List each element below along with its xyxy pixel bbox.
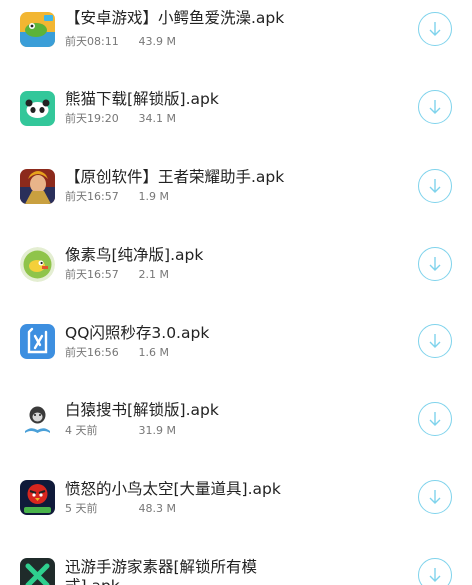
file-name[interactable]: 像素鸟[纯净版].apk <box>65 246 405 265</box>
download-arrow-icon <box>429 490 441 504</box>
file-date: 前天16:57 <box>65 268 119 281</box>
download-arrow-icon <box>429 257 441 271</box>
download-arrow-icon <box>429 22 441 36</box>
download-button[interactable] <box>418 480 452 514</box>
download-button[interactable] <box>418 90 452 124</box>
file-name[interactable]: QQ闪照秒存3.0.apk <box>65 324 405 343</box>
ape-reading-icon <box>20 402 55 437</box>
xunyou-x-icon <box>20 558 55 585</box>
list-item[interactable]: 白猿搜书[解锁版].apk 4 天前 31.9 M <box>0 390 472 468</box>
file-date: 前天19:20 <box>65 112 119 125</box>
file-date: 4 天前 <box>65 424 98 437</box>
download-button[interactable] <box>418 558 452 585</box>
file-meta: 前天16:56 1.6 M <box>65 346 169 359</box>
download-arrow-icon <box>429 568 441 582</box>
file-date: 前天16:56 <box>65 346 119 359</box>
download-arrow-icon <box>429 334 441 348</box>
file-meta: 前天19:20 34.1 M <box>65 112 176 125</box>
file-name[interactable]: 白猿搜书[解锁版].apk <box>65 401 405 420</box>
file-meta: 前天16:57 2.1 M <box>65 268 169 281</box>
file-size: 2.1 M <box>138 268 169 281</box>
file-date: 5 天前 <box>65 502 98 515</box>
file-name[interactable]: 【原创软件】王者荣耀助手.apk <box>65 168 405 187</box>
list-item[interactable]: 熊猫下载[解锁版].apk 前天19:20 34.1 M <box>0 78 472 156</box>
file-name[interactable]: 迅游手游家素器[解锁所有模式].apk <box>65 558 290 585</box>
download-button[interactable] <box>418 402 452 436</box>
file-size: 1.9 M <box>138 190 169 203</box>
list-item[interactable]: 像素鸟[纯净版].apk 前天16:57 2.1 M <box>0 234 472 312</box>
crocodile-game-icon <box>20 12 55 47</box>
file-meta: 前天08:11 43.9 M <box>65 35 176 48</box>
download-arrow-icon <box>429 100 441 114</box>
download-button[interactable] <box>418 247 452 281</box>
list-item[interactable]: 【原创软件】王者荣耀助手.apk 前天16:57 1.9 M <box>0 156 472 234</box>
download-button[interactable] <box>418 324 452 358</box>
file-date: 前天16:57 <box>65 190 119 203</box>
file-list: 【安卓游戏】小鳄鱼爱洗澡.apk 前天08:11 43.9 M 熊猫下载[解锁版… <box>0 0 472 585</box>
file-meta: 前天16:57 1.9 M <box>65 190 169 203</box>
panda-icon <box>20 91 55 126</box>
file-size: 31.9 M <box>138 424 176 437</box>
hero-portrait-icon <box>20 169 55 204</box>
file-size: 1.6 M <box>138 346 169 359</box>
list-item[interactable]: 【安卓游戏】小鳄鱼爱洗澡.apk 前天08:11 43.9 M <box>0 0 472 78</box>
pixel-bird-icon <box>20 247 55 282</box>
file-name[interactable]: 【安卓游戏】小鳄鱼爱洗澡.apk <box>65 9 405 28</box>
file-meta: 5 天前 48.3 M <box>65 502 176 515</box>
list-item[interactable]: QQ闪照秒存3.0.apk 前天16:56 1.6 M <box>0 312 472 390</box>
file-size: 34.1 M <box>138 112 176 125</box>
file-size: 43.9 M <box>138 35 176 48</box>
file-name[interactable]: 熊猫下载[解锁版].apk <box>65 90 405 109</box>
download-button[interactable] <box>418 169 452 203</box>
download-button[interactable] <box>418 12 452 46</box>
download-arrow-icon <box>429 179 441 193</box>
flash-character-icon <box>20 324 55 359</box>
list-item[interactable]: 迅游手游家素器[解锁所有模式].apk <box>0 546 472 585</box>
file-date: 前天08:11 <box>65 35 119 48</box>
file-name[interactable]: 愤怒的小鸟太空[大量道具].apk <box>65 480 405 499</box>
download-arrow-icon <box>429 412 441 426</box>
list-item[interactable]: 愤怒的小鸟太空[大量道具].apk 5 天前 48.3 M <box>0 468 472 546</box>
angry-bird-space-icon <box>20 480 55 515</box>
file-size: 48.3 M <box>138 502 176 515</box>
file-meta: 4 天前 31.9 M <box>65 424 176 437</box>
